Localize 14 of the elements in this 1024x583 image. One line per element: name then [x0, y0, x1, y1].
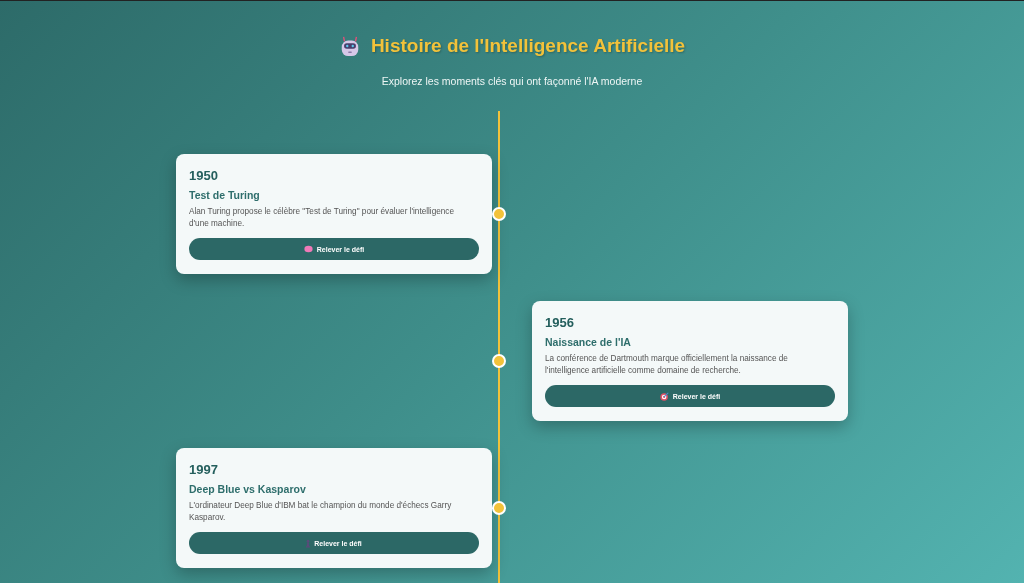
timeline-dot [492, 354, 506, 368]
event-description: La conférence de Dartmouth marque officiellement la naissance de l'intelligence artificielle comme domaine de recherche. [545, 353, 789, 377]
pawn-icon [306, 538, 311, 548]
page-title: Histoire de l'Intelligence Artificielle [370, 35, 686, 57]
event-description: L'ordinateur Deep Blue d'IBM bat le champion du monde d'échecs Garry Kasparov. [189, 500, 453, 524]
event-year: 1956 [545, 315, 575, 330]
target-icon [659, 391, 669, 401]
event-title: Naissance de l'IA [545, 336, 632, 348]
event-description: Alan Turing propose le célèbre "Test de Turing" pour évaluer l'intelligence d'une machine. [189, 206, 455, 230]
event-title: Test de Turing [189, 189, 261, 201]
event-title: Deep Blue vs Kasparov [189, 483, 307, 495]
page-subtitle: Explorez les moments clés qui ont façonné l'IA moderne [380, 75, 644, 87]
event-year: 1950 [189, 168, 219, 183]
event-year: 1997 [189, 462, 219, 477]
